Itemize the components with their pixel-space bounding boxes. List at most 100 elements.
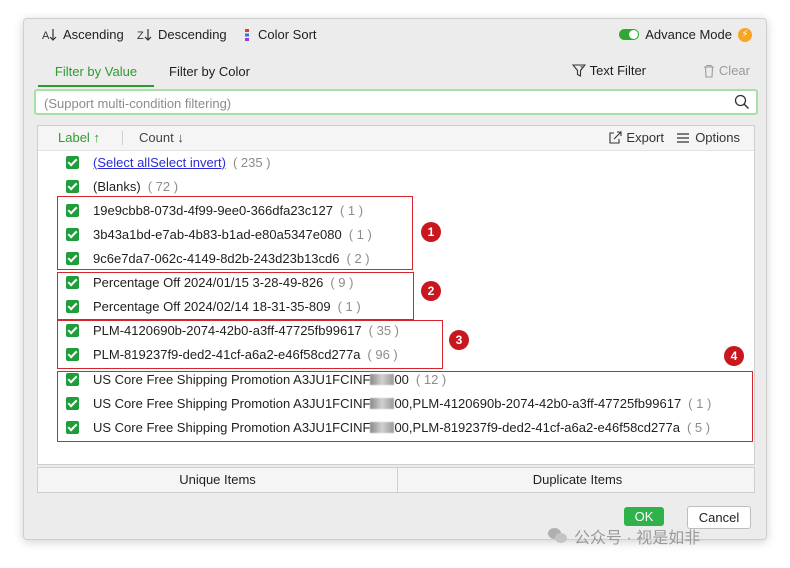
options-button[interactable]: Options [676, 130, 740, 145]
item-label: Percentage Off 2024/01/15 3-28-49-826 [93, 274, 324, 290]
list-item[interactable]: PLM-4120690b-2074-42b0-a3ff-47725fb99617… [66, 320, 399, 340]
ascending-button[interactable]: A Ascending [42, 27, 124, 42]
tab-filter-by-color[interactable]: Filter by Color [169, 63, 250, 85]
clear-button[interactable]: Clear [703, 63, 750, 78]
list-item[interactable]: 9c6e7da7-062c-4149-8d2b-243d23b13cd6 ( 2… [66, 248, 370, 268]
item-label: (Blanks) [93, 178, 141, 194]
item-count: ( 12 ) [415, 371, 447, 387]
select-invert-link[interactable]: Select invert) [150, 155, 226, 170]
item-count: ( 96 ) [367, 346, 398, 362]
checkbox[interactable] [66, 347, 79, 361]
sort-ascending-icon: A [42, 28, 57, 42]
toggle-switch-icon[interactable] [619, 29, 640, 40]
select-all-link[interactable]: (Select all [93, 155, 150, 170]
item-count: ( 35 ) [368, 322, 399, 338]
list-item-select-all[interactable]: (Select all Select invert) ( 235 ) [66, 152, 271, 172]
list-item[interactable]: 3b43a1bd-e7ab-4b83-b1ad-e80a5347e080 ( 1… [66, 224, 372, 244]
text-filter-button[interactable]: T Text Filter [571, 63, 646, 78]
redacted-mark [370, 397, 395, 409]
tab-duplicate-items[interactable]: Duplicate Items [397, 468, 757, 492]
label-column-text: Label [58, 130, 90, 145]
sort-descending-icon: Z [137, 28, 152, 42]
item-count: ( 1 ) [339, 202, 364, 218]
svg-text:Z: Z [137, 30, 144, 42]
arrow-down-icon: ↓ [177, 130, 184, 145]
item-label-suffix: 00,PLM-4120690b-2074-42b0-a3ff-47725fb99… [394, 395, 682, 411]
annotation-marker-2: 2 [421, 281, 441, 301]
item-label: 19e9cbb8-073d-4f99-9ee0-366dfa23c127 [93, 202, 333, 218]
clear-label: Clear [718, 63, 750, 78]
advance-mode-toggle[interactable]: Advance Mode ⚡ [619, 27, 752, 42]
export-button[interactable]: Export [608, 130, 664, 145]
item-type-tabs: Unique Items Duplicate Items [37, 467, 755, 493]
tab-unique-items[interactable]: Unique Items [38, 468, 397, 492]
list-item[interactable]: PLM-819237f9-ded2-41cf-a6a2-e46f58cd277a… [66, 344, 398, 364]
item-count: ( 2 ) [346, 250, 370, 266]
checkbox[interactable] [66, 420, 79, 434]
value-list: Label ↑ Count ↓ Export Options (Select a… [37, 125, 755, 465]
descending-label: Descending [158, 27, 227, 42]
funnel-icon: T [571, 63, 586, 77]
column-divider [122, 131, 123, 145]
svg-text:A: A [42, 30, 50, 42]
checkbox[interactable] [66, 251, 79, 265]
item-count: ( 1 ) [337, 298, 361, 314]
options-label: Options [695, 130, 740, 145]
list-item[interactable]: (Blanks) ( 72 ) [66, 176, 178, 196]
wechat-icon [548, 528, 568, 544]
checkbox[interactable] [66, 227, 79, 241]
annotation-marker-4: 4 [724, 346, 744, 366]
tab-unique-items-label: Unique Items [179, 472, 256, 487]
redacted-mark [370, 373, 395, 385]
tab-filter-by-value[interactable]: Filter by Value [38, 63, 154, 87]
list-header: Label ↑ Count ↓ Export Options [38, 126, 754, 151]
lightning-icon: ⚡ [738, 27, 752, 42]
tab-filter-by-color-label: Filter by Color [169, 64, 250, 79]
item-count: ( 5 ) [686, 419, 711, 435]
item-label-suffix: 00 [394, 371, 409, 387]
item-label: 3b43a1bd-e7ab-4b83-b1ad-e80a5347e080 [93, 226, 342, 242]
tab-duplicate-items-label: Duplicate Items [532, 472, 623, 487]
count-column-header[interactable]: Count ↓ [139, 130, 184, 145]
descending-button[interactable]: Z Descending [137, 27, 227, 42]
item-label: PLM-4120690b-2074-42b0-a3ff-47725fb99617 [93, 322, 362, 338]
list-item[interactable]: US Core Free Shipping Promotion A3JU1FCI… [66, 393, 711, 413]
item-label: PLM-819237f9-ded2-41cf-a6a2-e46f58cd277a [93, 346, 361, 362]
checkbox[interactable] [66, 275, 79, 289]
export-label: Export [626, 130, 664, 145]
item-label: 9c6e7da7-062c-4149-8d2b-243d23b13cd6 [93, 250, 340, 266]
item-label: Percentage Off 2024/02/14 18-31-35-809 [93, 298, 331, 314]
list-item[interactable]: US Core Free Shipping Promotion A3JU1FCI… [66, 417, 710, 437]
advance-mode-label: Advance Mode [645, 27, 732, 42]
checkbox[interactable] [66, 179, 79, 193]
list-item[interactable]: Percentage Off 2024/02/14 18-31-35-809 (… [66, 296, 361, 316]
trash-icon [703, 64, 714, 78]
item-count: ( 72 ) [147, 178, 179, 194]
toolbar: A Ascending Z Descending Color Sort Adva… [24, 19, 766, 51]
checkbox[interactable] [66, 396, 79, 410]
label-column-header[interactable]: Label ↑ [58, 130, 100, 145]
list-item[interactable]: Percentage Off 2024/01/15 3-28-49-826 ( … [66, 272, 353, 292]
item-label-suffix: 00,PLM-819237f9-ded2-41cf-a6a2-e46f58cd2… [394, 419, 680, 435]
search-input[interactable] [42, 93, 726, 113]
ascending-label: Ascending [63, 27, 124, 42]
checkbox[interactable] [66, 299, 79, 313]
checkbox[interactable] [66, 323, 79, 337]
checkbox[interactable] [66, 372, 79, 386]
color-sort-button[interactable]: Color Sort [243, 27, 317, 42]
item-label: US Core Free Shipping Promotion A3JU1FCI… [93, 371, 371, 387]
list-item[interactable]: 19e9cbb8-073d-4f99-9ee0-366dfa23c127 ( 1… [66, 200, 363, 220]
annotation-marker-3: 3 [449, 330, 469, 350]
annotation-marker-1: 1 [421, 222, 441, 242]
item-label: US Core Free Shipping Promotion A3JU1FCI… [93, 395, 371, 411]
filter-tabs: Filter by Value Filter by Color T Text F… [24, 63, 766, 87]
list-item[interactable]: US Core Free Shipping Promotion A3JU1FCI… [66, 369, 446, 389]
color-sort-icon [245, 28, 249, 41]
search-icon[interactable] [734, 94, 750, 110]
checkbox[interactable] [66, 203, 79, 217]
tab-filter-by-value-label: Filter by Value [54, 64, 138, 79]
filter-dialog: A Ascending Z Descending Color Sort Adva… [23, 18, 767, 540]
watermark: 公众号 · 视是如非 [548, 524, 700, 548]
arrow-up-icon: ↑ [93, 130, 100, 145]
checkbox[interactable] [66, 155, 79, 169]
